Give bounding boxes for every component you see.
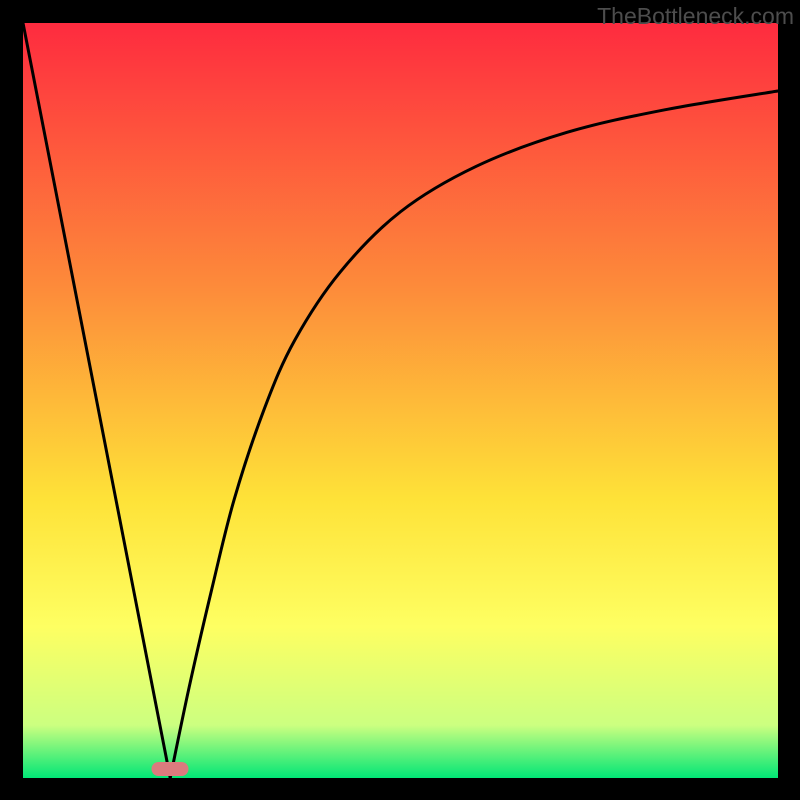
chart-frame: TheBottleneck.com xyxy=(0,0,800,800)
plot-svg xyxy=(23,23,778,778)
plot-area xyxy=(23,23,778,778)
gradient-background xyxy=(23,23,778,778)
min-marker xyxy=(152,762,189,776)
watermark-text: TheBottleneck.com xyxy=(597,3,794,30)
